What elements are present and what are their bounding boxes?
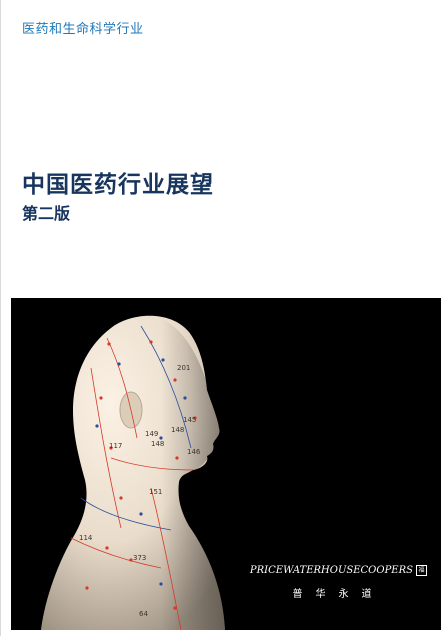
pwc-seal-icon: 福 (416, 565, 427, 576)
acupoint-number: 114 (79, 534, 93, 542)
acupoint-number: 146 (187, 448, 201, 456)
page-left-edge (0, 0, 1, 636)
acupoint-number: 117 (109, 442, 122, 450)
report-title: 中国医药行业展望 (22, 172, 214, 198)
acupoint-number: 64 (139, 610, 148, 618)
acupoint-number: 151 (149, 488, 162, 496)
acupoint-number: 373 (133, 554, 146, 562)
cover-photo: 201 149 145 117 148 148 146 151 114 373 … (11, 298, 441, 630)
pwc-chinese-name: 普华永道 (292, 589, 385, 600)
edition-label: 第二版 (22, 204, 71, 223)
pwc-wordmark: PRICEWATERHOUSECOOPERS (249, 565, 413, 576)
acupoint-number: 148 (151, 440, 164, 448)
acupoint-number: 148 (171, 426, 184, 434)
acupoint-number: 145 (183, 416, 196, 424)
sector-label: 医药和生命科学行业 (22, 22, 144, 37)
pwc-logo: PRICEWATERHOUSECOOPERS 福 普华永道 (250, 560, 427, 600)
acupoint-number: 149 (145, 430, 158, 438)
cover-page: 医药和生命科学行业 中国医药行业展望 第二版 201 149 145 117 1… (0, 0, 448, 636)
acupoint-number: 201 (177, 364, 190, 372)
